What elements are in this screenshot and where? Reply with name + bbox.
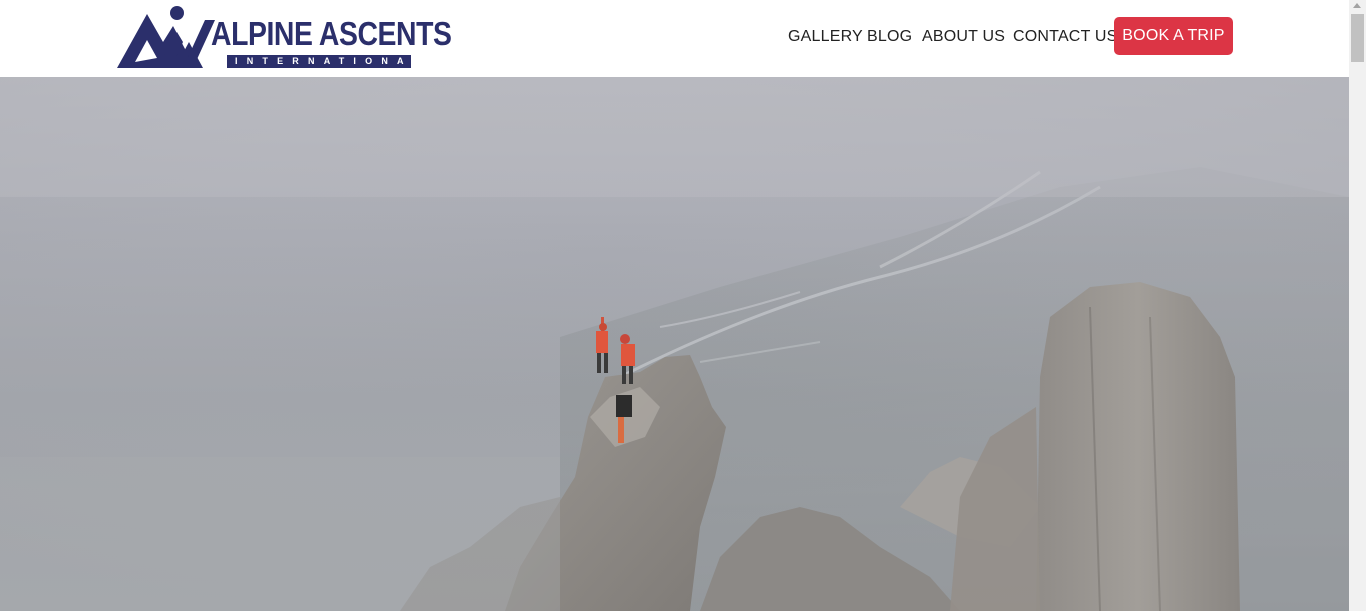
nav-about-us-link[interactable]: ABOUT US [922,27,1005,47]
page: ALPINE ASCENTS INTERNATIONAL GALLERY BLO… [0,0,1349,611]
hero-banner [0,77,1349,611]
scrollbar-thumb[interactable] [1351,14,1364,62]
nav-contact-us-link[interactable]: CONTACT US [1013,27,1118,47]
nav-gallery-link[interactable]: GALLERY [788,27,863,47]
main-nav: GALLERY BLOG ABOUT US CONTACT US BOOK A … [0,0,1349,77]
scroll-up-arrow-icon[interactable] [1353,3,1361,8]
site-header: ALPINE ASCENTS INTERNATIONAL GALLERY BLO… [0,0,1349,77]
hero-photo [0,77,1349,611]
book-a-trip-button[interactable]: BOOK A TRIP [1114,17,1233,55]
page-scrollbar[interactable] [1349,0,1366,611]
nav-blog-link[interactable]: BLOG [867,27,912,47]
